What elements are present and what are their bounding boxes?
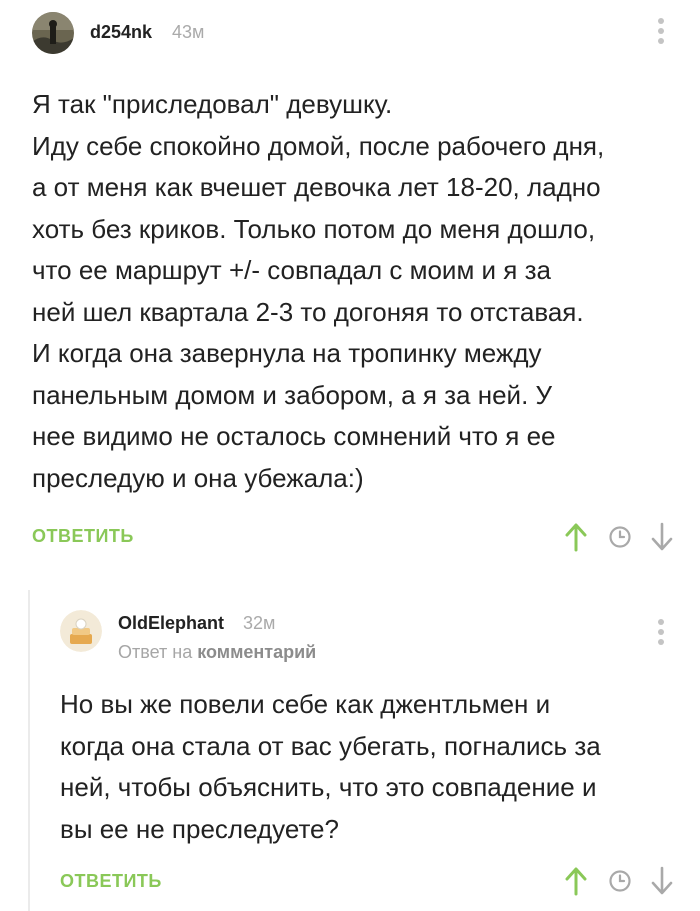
avatar[interactable]: [60, 610, 102, 652]
reply-to-link[interactable]: комментарий: [197, 642, 316, 662]
timestamp: 32м: [243, 613, 276, 633]
reply-to-label: Ответ на комментарий: [118, 642, 316, 663]
comment-text: Я так "приследовал" девушку. Иду себе сп…: [32, 89, 605, 493]
more-options-icon[interactable]: [658, 18, 664, 48]
username[interactable]: OldElephant: [118, 613, 224, 634]
clock-icon[interactable]: [608, 869, 632, 898]
comment-text: Но вы же повели себе как джентльмен и ко…: [60, 689, 601, 844]
upvote-icon[interactable]: [564, 866, 588, 901]
downvote-icon[interactable]: [650, 866, 674, 901]
reply-button[interactable]: ОТВЕТИТЬ: [32, 526, 134, 547]
username[interactable]: d254nk: [90, 22, 152, 43]
timestamp: 43м: [172, 22, 205, 42]
reply-button[interactable]: ОТВЕТИТЬ: [60, 871, 162, 892]
avatar[interactable]: [32, 12, 74, 54]
thread-line: [28, 590, 30, 911]
upvote-icon[interactable]: [564, 522, 588, 557]
reply-to-prefix: Ответ на: [118, 642, 193, 662]
more-options-icon[interactable]: [658, 619, 664, 649]
clock-icon[interactable]: [608, 525, 632, 554]
downvote-icon[interactable]: [650, 522, 674, 557]
